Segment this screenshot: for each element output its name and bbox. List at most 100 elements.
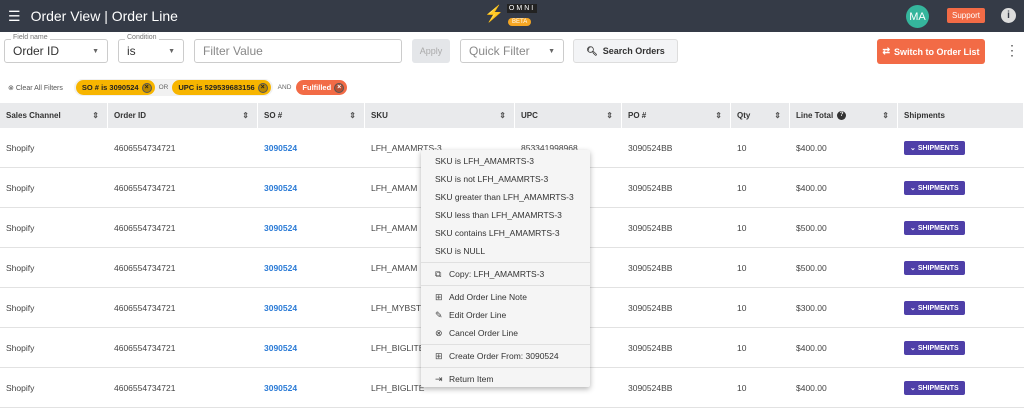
qty-cell: 10	[737, 383, 747, 393]
so-cell[interactable]: 3090524	[264, 223, 297, 233]
filter-value-input[interactable]: Filter Value	[194, 39, 402, 63]
clear-all-filters-button[interactable]: ⊗ Clear All Filters	[8, 84, 63, 92]
sku-cell: LFH_BIGLITE	[371, 383, 425, 393]
apply-button[interactable]: Apply	[412, 39, 450, 63]
switch-label: Switch to Order List	[894, 46, 980, 57]
sku-cell: LFH_AMAM	[371, 263, 418, 273]
support-button[interactable]: Support	[947, 8, 986, 23]
remove-chip-icon[interactable]: ×	[141, 82, 152, 93]
menu-item-action[interactable]: ⊗ Cancel Order Line	[421, 324, 590, 342]
menu-item-copy[interactable]: ⧉ Copy: LFH_AMAMRTS-3	[421, 265, 590, 283]
order_id-cell: 4606554734721	[114, 343, 176, 353]
shipments-button[interactable]: ⌄ SHIPMENTS	[904, 261, 965, 275]
total-cell: $400.00	[796, 143, 827, 153]
filter-chip[interactable]: UPC is 529539683156 ×	[172, 80, 271, 95]
column-header[interactable]: PO # ⇕	[622, 103, 731, 128]
so-cell[interactable]: 3090524	[264, 143, 297, 153]
column-header[interactable]: SKU ⇕	[365, 103, 515, 128]
edit-icon: ✎	[435, 309, 443, 320]
so-cell[interactable]: 3090524	[264, 303, 297, 313]
qty-cell: 10	[737, 183, 747, 193]
shipments-button[interactable]: ⌄ SHIPMENTS	[904, 221, 965, 235]
column-header[interactable]: Sales Channel ⇕	[0, 103, 108, 128]
column-header[interactable]: Order ID ⇕	[108, 103, 258, 128]
more-options-icon[interactable]: ⋮	[1005, 42, 1019, 59]
condition-value: is	[127, 44, 136, 58]
menu-item-filter[interactable]: SKU less than LFH_AMAMRTS-3	[421, 206, 590, 224]
filter-group: SO # is 3090524 × OR UPC is 529539683156 ×	[73, 79, 273, 96]
sort-icon[interactable]: ⇕	[242, 111, 249, 120]
return-icon: ⇥	[435, 373, 443, 384]
menu-item-filter[interactable]: SKU greater than LFH_AMAMRTS-3	[421, 188, 590, 206]
column-label: PO #	[628, 111, 647, 120]
and-label: AND	[277, 84, 292, 91]
menu-item-action[interactable]: ⊞ Add Order Line Note	[421, 288, 590, 306]
po-cell: 3090524BB	[628, 303, 673, 313]
column-header[interactable]: Qty ⇕	[731, 103, 790, 128]
sort-icon[interactable]: ⇕	[606, 111, 613, 120]
chevron-down-icon: ▼	[548, 47, 555, 55]
condition-select[interactable]: Condition is ▼	[118, 34, 184, 63]
column-label: Line Total	[796, 111, 834, 120]
note-icon: ⊞	[435, 291, 443, 302]
quick-filter-select[interactable]: Quick Filter ▼	[460, 39, 564, 63]
so-cell[interactable]: 3090524	[264, 183, 297, 193]
menu-item-filter[interactable]: SKU is not LFH_AMAMRTS-3	[421, 170, 590, 188]
so-cell[interactable]: 3090524	[264, 263, 297, 273]
active-filters: ⊗ Clear All Filters SO # is 3090524 × OR …	[8, 79, 348, 96]
sort-icon[interactable]: ⇕	[499, 111, 506, 120]
menu-item-action[interactable]: ✎ Edit Order Line	[421, 306, 590, 324]
shipments-button[interactable]: ⌄ SHIPMENTS	[904, 341, 965, 355]
filter-chip[interactable]: Fulfilled ×	[296, 80, 348, 95]
sort-icon[interactable]: ⇕	[774, 111, 781, 120]
field-name-select[interactable]: Field name Order ID ▼	[4, 34, 108, 63]
sort-icon[interactable]: ⇕	[715, 111, 722, 120]
qty-cell: 10	[737, 143, 747, 153]
total-cell: $500.00	[796, 223, 827, 233]
channel-cell: Shopify	[6, 263, 35, 273]
search-orders-button[interactable]: 🔍︎ Search Orders	[573, 39, 678, 63]
column-header[interactable]: UPC ⇕	[515, 103, 622, 128]
shipments-button[interactable]: ⌄ SHIPMENTS	[904, 181, 965, 195]
menu-item-filter[interactable]: SKU is LFH_AMAMRTS-3	[421, 152, 590, 170]
swap-icon: ⇄	[882, 46, 891, 56]
sort-icon[interactable]: ⇕	[882, 111, 889, 120]
switch-to-order-list-button[interactable]: ⇄ Switch to Order List	[877, 39, 985, 64]
sku-cell: LFH_BIGLITE	[371, 343, 425, 353]
omni-logo: ⚡ OMNI BETA	[484, 4, 538, 26]
column-label: Sales Channel	[6, 111, 61, 120]
so-cell[interactable]: 3090524	[264, 383, 297, 393]
sort-icon[interactable]: ⇕	[349, 111, 356, 120]
sku-cell: LFH_MYBST	[371, 303, 422, 313]
add-box-icon: ⊞	[435, 350, 443, 361]
menu-item-return[interactable]: ⇥ Return Item	[421, 370, 590, 388]
channel-cell: Shopify	[6, 383, 35, 393]
remove-chip-icon[interactable]: ×	[334, 82, 345, 93]
order_id-cell: 4606554734721	[114, 143, 176, 153]
hamburger-menu-icon[interactable]: ☰	[8, 8, 21, 25]
column-header[interactable]: Shipments	[898, 103, 1024, 128]
column-label: Order ID	[114, 111, 147, 120]
bolt-icon: ⚡	[484, 6, 504, 23]
order_id-cell: 4606554734721	[114, 223, 176, 233]
chevron-down-icon: ▼	[92, 47, 99, 55]
shipments-button[interactable]: ⌄ SHIPMENTS	[904, 141, 965, 155]
menu-item-filter[interactable]: SKU contains LFH_AMAMRTS-3	[421, 224, 590, 242]
menu-item-filter[interactable]: SKU is NULL	[421, 242, 590, 260]
order_id-cell: 4606554734721	[114, 303, 176, 313]
column-header[interactable]: SO # ⇕	[258, 103, 365, 128]
order_id-cell: 4606554734721	[114, 183, 176, 193]
search-orders-label: Search Orders	[602, 46, 665, 56]
filter-chip[interactable]: SO # is 3090524 ×	[75, 80, 155, 95]
sort-icon[interactable]: ⇕	[92, 111, 99, 120]
shipments-button[interactable]: ⌄ SHIPMENTS	[904, 381, 965, 395]
remove-chip-icon[interactable]: ×	[257, 82, 268, 93]
channel-cell: Shopify	[6, 303, 35, 313]
column-header[interactable]: Line Total ? ⇕	[790, 103, 898, 128]
shipments-button[interactable]: ⌄ SHIPMENTS	[904, 301, 965, 315]
so-cell[interactable]: 3090524	[264, 343, 297, 353]
info-icon[interactable]: i	[1001, 8, 1016, 23]
quick-filter-placeholder: Quick Filter	[469, 44, 530, 58]
avatar[interactable]: MA	[906, 5, 929, 28]
menu-item-create-order[interactable]: ⊞ Create Order From: 3090524	[421, 347, 590, 365]
